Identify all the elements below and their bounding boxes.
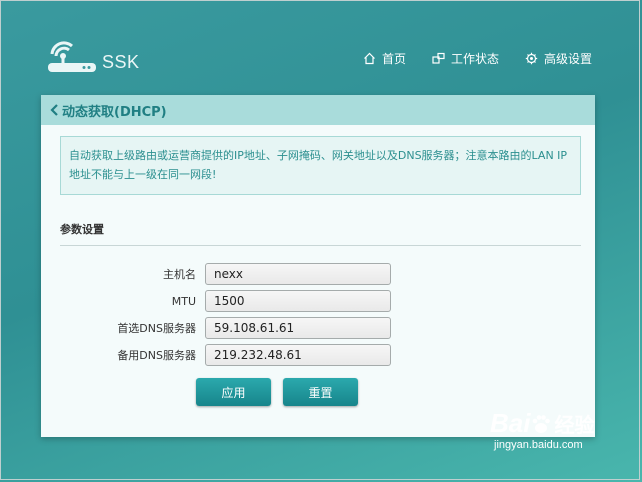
nav-home[interactable]: 首页 <box>363 50 406 67</box>
mtu-input[interactable] <box>205 290 391 312</box>
chevron-left-icon <box>50 104 58 116</box>
nav-status[interactable]: 工作状态 <box>432 50 499 67</box>
nav-advanced-settings[interactable]: 高级设置 <box>525 50 592 67</box>
watermark-brand: Bai 经验 <box>490 408 610 439</box>
mtu-label: MTU <box>171 294 196 308</box>
hostname-input[interactable] <box>205 263 391 285</box>
baidu-watermark: Bai 经验 jingyan.baidu.com <box>490 408 610 451</box>
back-link[interactable]: 动态获取(DHCP) <box>49 101 167 120</box>
watermark-brand-suffix: 经验 <box>554 415 595 437</box>
info-notice: 自动获取上级路由或运营商提供的IP地址、子网掩码、网关地址以及DNS服务器；注意… <box>60 136 581 195</box>
hostname-label: 主机名 <box>163 268 196 281</box>
brand-name: SSK <box>102 52 140 72</box>
parameters-form: 主机名 MTU 首选DNS服务器 备用DNS服务器 应用 重置 <box>41 263 595 406</box>
panel-header: 动态获取(DHCP) <box>41 95 595 125</box>
form-row-secondary-dns: 备用DNS服务器 <box>41 344 595 366</box>
primary-dns-input[interactable] <box>205 317 391 339</box>
secondary-dns-input[interactable] <box>205 344 391 366</box>
apply-button[interactable]: 应用 <box>196 378 271 406</box>
logo: SSK <box>46 40 140 74</box>
dhcp-settings-panel: 动态获取(DHCP) 自动获取上级路由或运营商提供的IP地址、子网掩码、网关地址… <box>41 95 595 437</box>
section-title: 参数设置 <box>60 223 104 236</box>
form-buttons: 应用 重置 <box>196 378 595 406</box>
watermark-url: jingyan.baidu.com <box>494 439 583 451</box>
gear-icon <box>525 52 538 65</box>
watermark-brand-text: Bai <box>490 408 531 438</box>
primary-dns-label: 首选DNS服务器 <box>117 322 196 335</box>
page-title: 动态获取(DHCP) <box>62 104 167 120</box>
top-nav: 首页 工作状态 高级设置 <box>363 50 592 67</box>
form-row-hostname: 主机名 <box>41 263 595 285</box>
paw-icon <box>533 414 551 433</box>
nav-advanced-settings-label: 高级设置 <box>543 52 592 66</box>
reset-button[interactable]: 重置 <box>283 378 358 406</box>
form-row-mtu: MTU <box>41 290 595 312</box>
section-divider <box>60 245 581 246</box>
nav-home-label: 首页 <box>381 52 406 66</box>
status-icon <box>432 52 445 64</box>
nav-status-label: 工作状态 <box>450 52 499 66</box>
form-row-primary-dns: 首选DNS服务器 <box>41 317 595 339</box>
home-icon <box>364 52 375 65</box>
secondary-dns-label: 备用DNS服务器 <box>117 349 196 362</box>
router-logo-icon <box>48 41 96 72</box>
